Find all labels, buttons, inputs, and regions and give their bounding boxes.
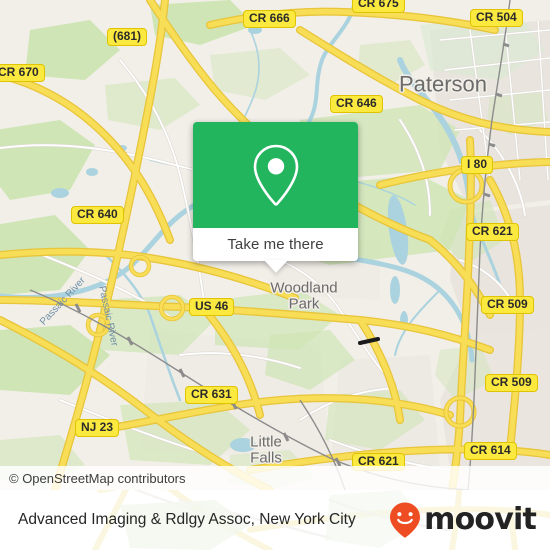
road-shield-cr-631: CR 631: [185, 386, 238, 404]
road-shield-i-80: I 80: [461, 156, 494, 174]
road-shield-cr-675: CR 675: [352, 0, 405, 13]
footer-bar: Advanced Imaging & Rdlgy Assoc, New York…: [0, 490, 550, 550]
moovit-wordmark: moovit: [424, 502, 537, 537]
road-shield-cr-509: CR 509: [481, 296, 534, 314]
osm-attribution-text: © OpenStreetMap contributors: [9, 470, 186, 486]
popup-header: [193, 122, 358, 228]
location-pin-icon: [253, 144, 298, 206]
road-shield-681: (681): [107, 28, 148, 46]
road-shield-us-46: US 46: [189, 298, 235, 316]
map-canvas[interactable]: .park { fill:#cfe5b5; } .park2 { fill:#d…: [0, 0, 550, 490]
popup-pointer-tail: [263, 260, 288, 273]
road-shield-cr-640: CR 640: [71, 206, 124, 224]
map-screenshot: .park { fill:#cfe5b5; } .park2 { fill:#d…: [0, 0, 550, 550]
take-me-there-label: Take me there: [227, 236, 324, 253]
popup-footer[interactable]: Take me there: [193, 228, 358, 261]
road-shield-cr-621: CR 621: [466, 223, 519, 241]
road-shield-cr-670: CR 670: [0, 64, 45, 82]
place-title: Advanced Imaging & Rdlgy Assoc, New York…: [18, 511, 356, 528]
road-shield-cr-509-south: CR 509: [485, 374, 538, 392]
osm-attribution[interactable]: © OpenStreetMap contributors: [0, 466, 550, 490]
moovit-logo[interactable]: moovit: [388, 501, 537, 539]
moovit-smiley-pin-icon: [390, 502, 421, 538]
road-shield-cr-646: CR 646: [330, 95, 383, 113]
road-shield-cr-666: CR 666: [243, 10, 296, 28]
road-shield-cr-614: CR 614: [464, 442, 517, 460]
road-shield-nj-23: NJ 23: [75, 419, 120, 437]
road-shield-cr-504: CR 504: [470, 9, 523, 27]
footer-content: Advanced Imaging & Rdlgy Assoc, New York…: [0, 490, 550, 550]
location-popup-card[interactable]: Take me there: [193, 122, 358, 273]
